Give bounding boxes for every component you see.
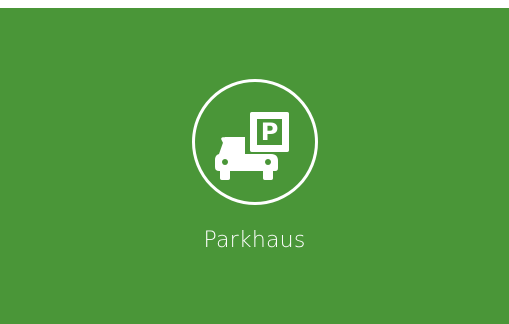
parkhaus-tile[interactable]: P Parkhaus [0,8,509,324]
parking-garage-icon: P [192,79,318,205]
tile-label: Parkhaus [203,228,306,253]
parking-sign-letter: P [261,118,279,146]
